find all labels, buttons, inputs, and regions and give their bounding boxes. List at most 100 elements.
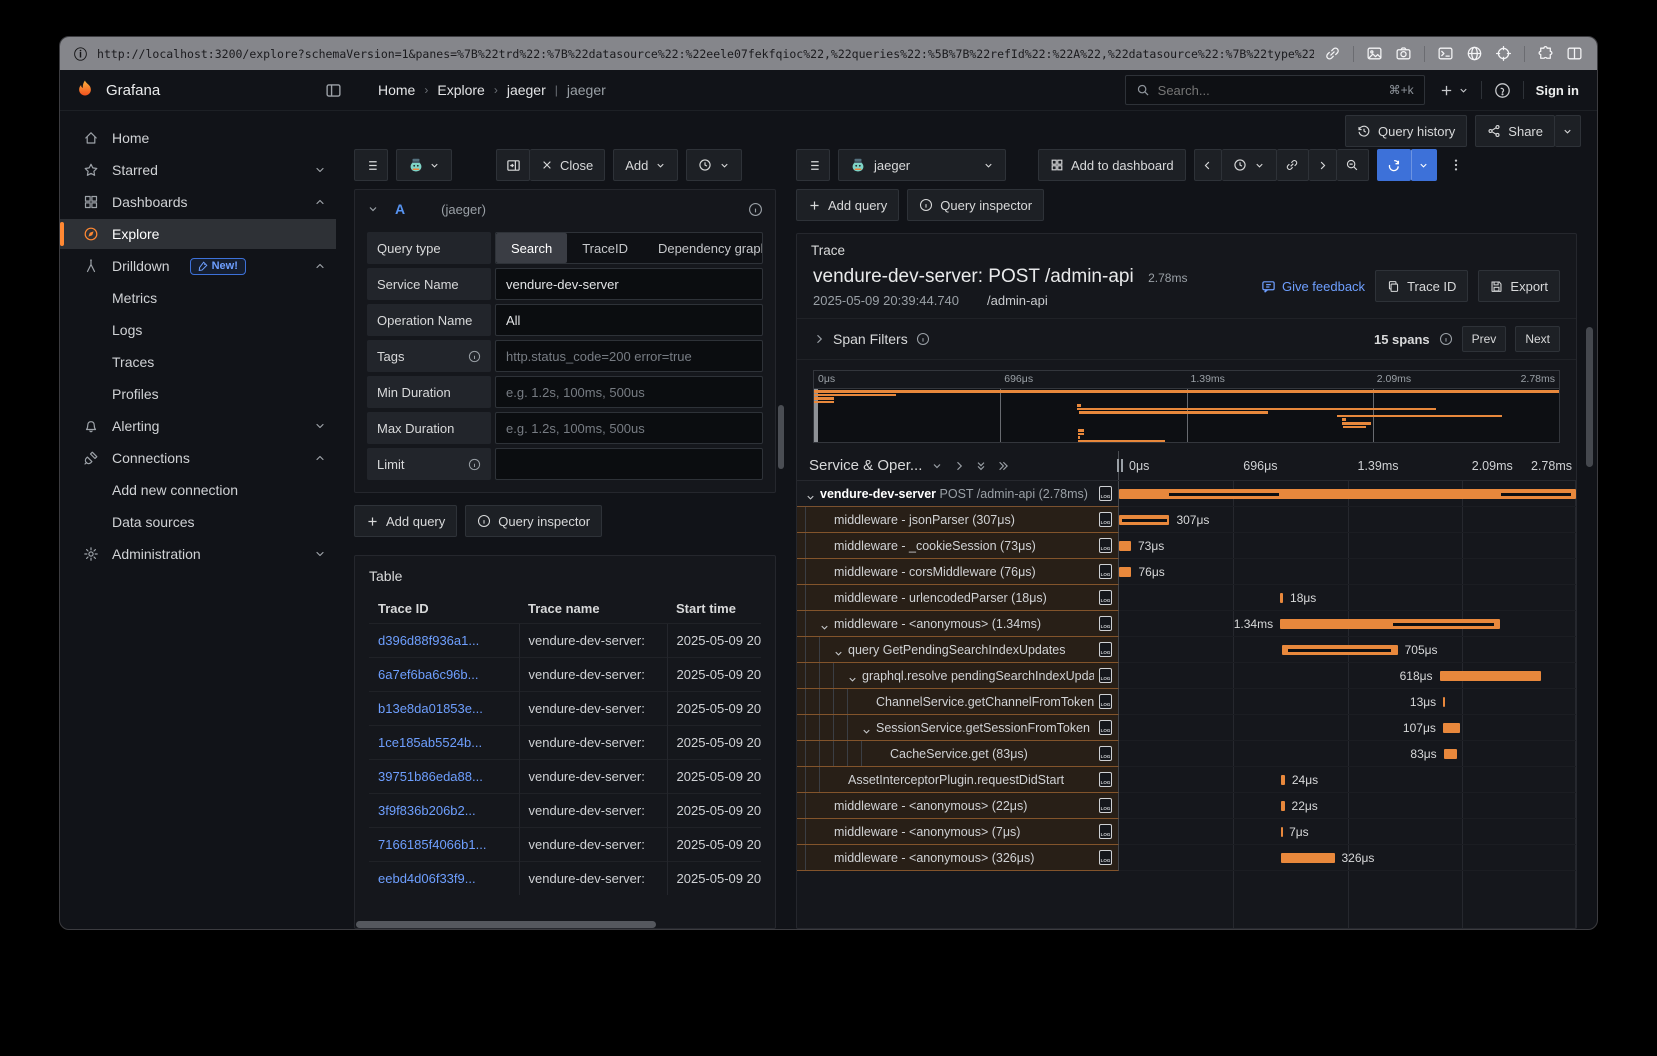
link-icon[interactable] [1324, 45, 1341, 62]
sidebar-item-add-new-connection[interactable]: Add new connection [60, 475, 336, 505]
datasource-picker-left[interactable] [396, 149, 452, 181]
sidebar-item-connections[interactable]: Connections [60, 443, 336, 473]
column-header-start-time[interactable]: Start time [667, 594, 761, 624]
span-filters-label[interactable]: Span Filters [833, 331, 908, 347]
crosshair-icon[interactable] [1495, 45, 1512, 62]
span-logs-icon[interactable] [1099, 720, 1112, 735]
span-timeline-cell[interactable]: 76μs [1119, 559, 1576, 585]
span-duration-bar[interactable] [1281, 801, 1285, 811]
share-options-chevron[interactable] [1555, 115, 1581, 147]
query-ref-id[interactable]: A [395, 201, 405, 217]
span-filters-info-icon[interactable] [916, 332, 930, 346]
max-duration-field[interactable] [495, 412, 763, 444]
prev-span-button[interactable]: Prev [1462, 326, 1507, 352]
span-name-cell[interactable]: CacheService.get (83μs) [797, 741, 1119, 767]
next-span-button[interactable]: Next [1515, 326, 1560, 352]
span-timeline-cell[interactable]: 307μs [1119, 507, 1576, 533]
column-header-trace-id[interactable]: Trace ID [369, 594, 519, 624]
query-inspector-button-left[interactable]: Query inspector [465, 505, 602, 537]
span-name-cell[interactable]: AssetInterceptorPlugin.requestDidStart [797, 767, 1119, 793]
camera-icon[interactable] [1395, 45, 1412, 62]
span-timeline-cell[interactable]: 1.34ms [1119, 611, 1576, 637]
span-timeline-cell[interactable]: 7μs [1119, 819, 1576, 845]
trace-id-link[interactable]: 6a7ef6ba6c96b... [378, 667, 478, 682]
add-query-button-left[interactable]: Add query [354, 505, 457, 537]
span-name-cell[interactable]: graphql.resolve pendingSearchIndexUpdate… [797, 663, 1119, 689]
span-name-cell[interactable]: middleware - <anonymous> (326μs) [797, 845, 1119, 871]
trace-id-link[interactable]: eebd4d06f33f9... [378, 871, 476, 886]
span-logs-icon[interactable] [1099, 642, 1112, 657]
limit-info-icon[interactable] [468, 458, 481, 471]
span-row[interactable]: ChannelService.getChannelFromToken13μs [797, 689, 1576, 715]
trace-id-link[interactable]: 1ce185ab5524b... [378, 735, 482, 750]
span-row[interactable]: middleware - corsMiddleware (76μs)76μs [797, 559, 1576, 585]
tab-traceid[interactable]: TraceID [567, 233, 643, 263]
span-duration-bar[interactable] [1119, 541, 1131, 551]
screenshot-icon[interactable] [1366, 45, 1383, 62]
refresh-button[interactable] [1377, 149, 1411, 181]
span-row[interactable]: middleware - _cookieSession (73μs)73μs [797, 533, 1576, 559]
query-rows-menu-button-right[interactable] [796, 149, 830, 181]
span-logs-icon[interactable] [1099, 538, 1112, 553]
span-duration-bar[interactable] [1119, 567, 1131, 577]
time-shift-forward-button[interactable] [1309, 149, 1337, 181]
sidebar-item-explore[interactable]: Explore [60, 219, 336, 249]
span-logs-icon[interactable] [1099, 486, 1112, 501]
columns-icon[interactable] [1566, 45, 1583, 62]
window-scrollbar[interactable] [1586, 327, 1593, 467]
span-name-cell[interactable]: middleware - jsonParser (307μs) [797, 507, 1119, 533]
search-input[interactable] [1158, 83, 1381, 98]
operation-name-field[interactable] [495, 304, 763, 336]
span-name-cell[interactable]: middleware - corsMiddleware (76μs) [797, 559, 1119, 585]
refresh-interval-chevron[interactable] [1411, 149, 1437, 181]
sidebar-item-administration[interactable]: Administration [60, 539, 336, 569]
tags-field[interactable] [495, 340, 763, 372]
span-name-cell[interactable]: middleware - _cookieSession (73μs) [797, 533, 1119, 559]
span-count-info-icon[interactable] [1439, 332, 1453, 346]
horizontal-scrollbar[interactable] [356, 921, 656, 928]
span-timeline-cell[interactable]: 22μs [1119, 793, 1576, 819]
time-range-button-right[interactable] [1222, 149, 1277, 181]
sidebar-item-logs[interactable]: Logs [60, 315, 336, 345]
add-button[interactable]: Add [613, 149, 678, 181]
extension-icon[interactable] [1537, 45, 1554, 62]
service-name-field[interactable] [495, 268, 763, 300]
site-info-icon[interactable]: ⓘ [74, 44, 87, 63]
span-timeline-cell[interactable]: 24μs [1119, 767, 1576, 793]
span-timeline-cell[interactable]: 73μs [1119, 533, 1576, 559]
query-info-icon[interactable] [748, 202, 763, 217]
span-duration-bar[interactable] [1444, 749, 1458, 759]
span-name-cell[interactable]: middleware - <anonymous> (7μs) [797, 819, 1119, 845]
span-row[interactable]: SessionService.getSessionFromToken107μs [797, 715, 1576, 741]
span-row[interactable]: CacheService.get (83μs)83μs [797, 741, 1576, 767]
span-row[interactable]: middleware - <anonymous> (1.34ms)1.34ms [797, 611, 1576, 637]
trace-id-link[interactable]: 39751b86eda88... [378, 769, 483, 784]
sidebar-item-home[interactable]: Home [60, 123, 336, 153]
span-timeline-cell[interactable]: 618μs [1119, 663, 1576, 689]
new-menu-button[interactable] [1439, 83, 1469, 98]
span-duration-bar[interactable] [1443, 723, 1461, 733]
trace-minimap[interactable]: 0μs696μs1.39ms2.09ms2.78ms [813, 370, 1560, 443]
tags-info-icon[interactable] [468, 350, 481, 363]
sidebar-item-dashboards[interactable]: Dashboards [60, 187, 336, 217]
span-logs-icon[interactable] [1099, 824, 1112, 839]
grafana-logo[interactable] [74, 79, 96, 101]
span-timeline-cell[interactable] [1119, 481, 1576, 507]
sidebar-toggle-icon[interactable] [325, 82, 342, 99]
span-logs-icon[interactable] [1099, 616, 1112, 631]
span-row[interactable]: middleware - <anonymous> (7μs)7μs [797, 819, 1576, 845]
zoom-out-icon-button[interactable] [1337, 149, 1369, 181]
span-name-cell[interactable]: SessionService.getSessionFromToken [797, 715, 1119, 741]
sidebar-item-starred[interactable]: Starred [60, 155, 336, 185]
span-row[interactable]: middleware - jsonParser (307μs)307μs [797, 507, 1576, 533]
span-duration-bar[interactable] [1281, 853, 1335, 863]
span-name-cell[interactable]: query GetPendingSearchIndexUpdates [797, 637, 1119, 663]
span-row[interactable]: middleware - <anonymous> (326μs)326μs [797, 845, 1576, 871]
kebab-menu-icon[interactable] [1445, 158, 1467, 172]
sidebar-item-traces[interactable]: Traces [60, 347, 336, 377]
span-collapse-chevron-icon[interactable] [805, 484, 820, 503]
span-timeline-cell[interactable]: 107μs [1119, 715, 1576, 741]
tab-search[interactable]: Search [496, 233, 567, 263]
span-name-cell[interactable]: middleware - urlencodedParser (18μs) [797, 585, 1119, 611]
collapse-query-chevron[interactable] [367, 203, 379, 215]
